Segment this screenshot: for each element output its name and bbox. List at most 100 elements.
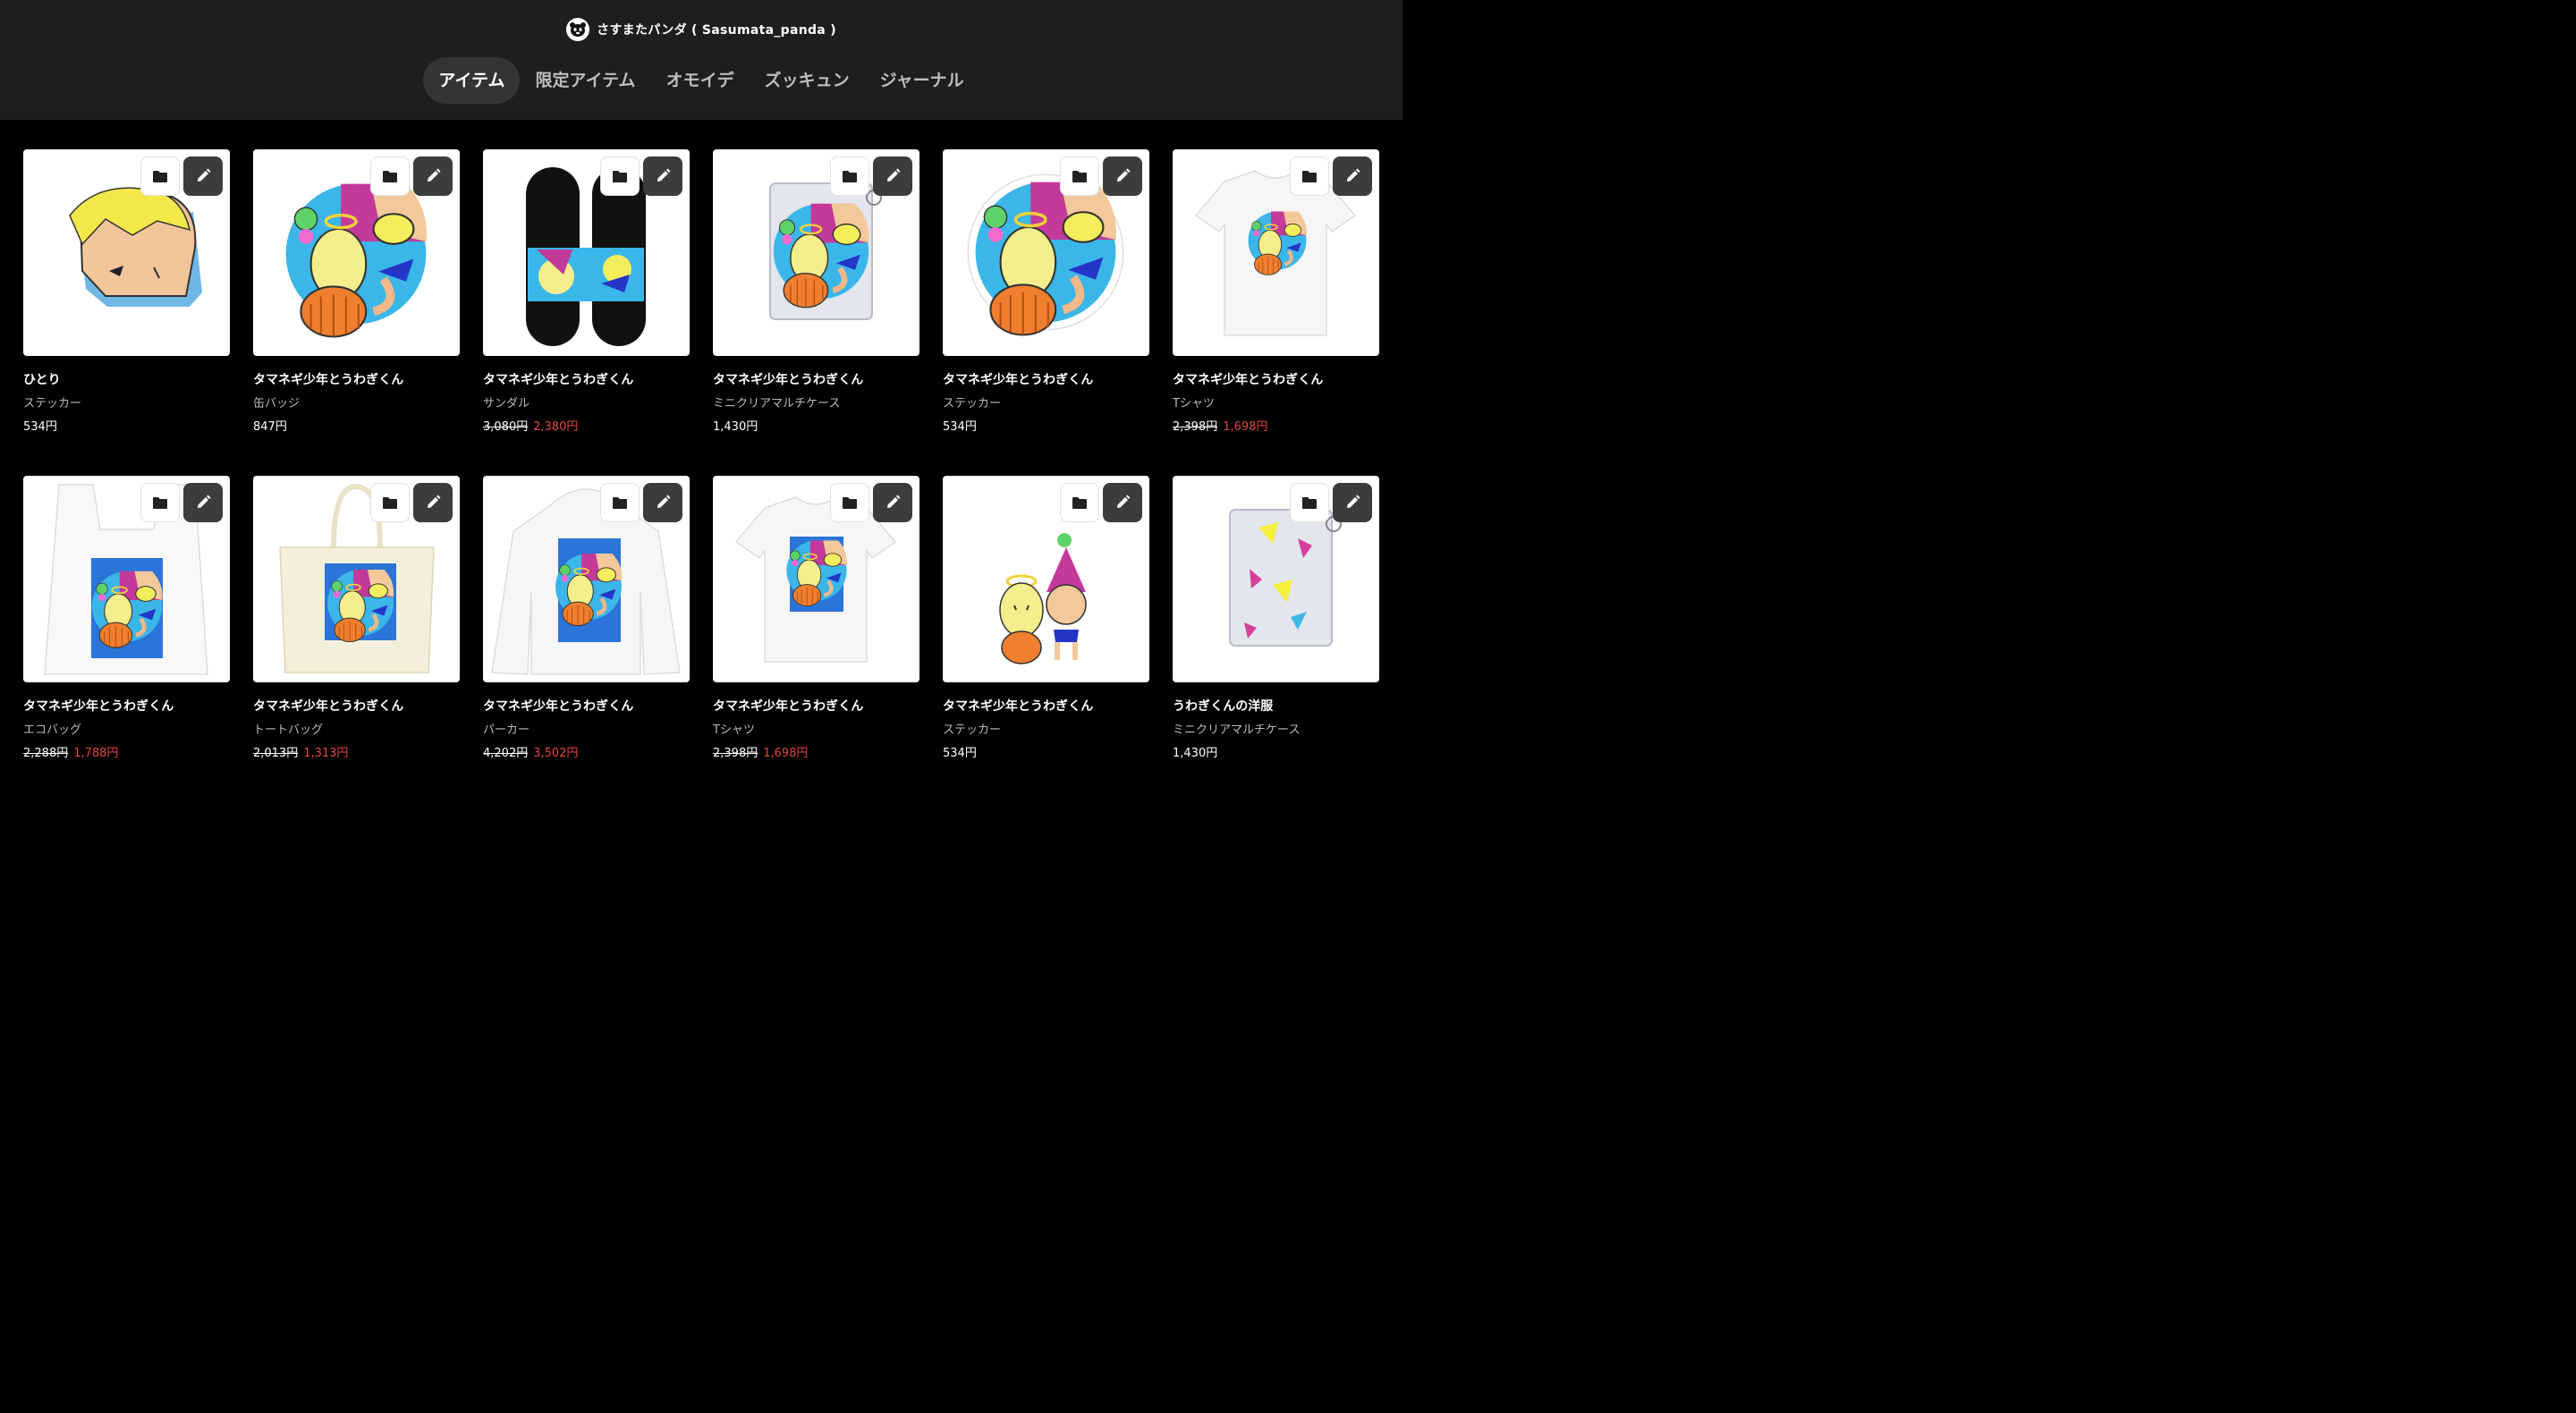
folder-button[interactable] — [140, 157, 180, 196]
folder-button[interactable] — [1290, 483, 1329, 522]
pencil-icon — [425, 168, 441, 184]
edit-button[interactable] — [873, 157, 912, 196]
edit-button[interactable] — [1333, 483, 1372, 522]
product-title[interactable]: タマネギ少年とうわぎくん — [1173, 370, 1379, 388]
edit-button[interactable] — [1103, 157, 1142, 196]
tab-journal[interactable]: ジャーナル — [865, 57, 979, 104]
folder-button[interactable] — [370, 483, 410, 522]
product-type: ステッカー — [23, 397, 82, 410]
product-image[interactable] — [23, 149, 230, 356]
product-card[interactable]: タマネギ少年とうわぎくん パーカー 4,202円 3,502円 — [483, 476, 690, 762]
product-title[interactable]: タマネギ少年とうわぎくん — [943, 697, 1149, 715]
product-title[interactable]: タマネギ少年とうわぎくん — [253, 370, 460, 388]
product-image[interactable] — [1173, 476, 1379, 682]
folder-icon — [152, 496, 168, 510]
product-card[interactable]: タマネギ少年とうわぎくん ミニクリアマルチケース 1,430円 — [713, 149, 919, 436]
product-price: 3,080円 2,380円 — [483, 417, 578, 434]
pencil-icon — [1344, 495, 1360, 511]
edit-button[interactable] — [643, 483, 682, 522]
pencil-icon — [885, 495, 901, 511]
product-type: 缶バッジ — [253, 397, 301, 410]
current-price: 534円 — [943, 420, 977, 434]
product-type: ステッカー — [943, 723, 1002, 737]
product-title[interactable]: タマネギ少年とうわぎくん — [483, 697, 690, 715]
original-price: 4,202円 — [483, 747, 529, 760]
product-card[interactable]: タマネギ少年とうわぎくん Tシャツ 2,398円 1,698円 — [1173, 149, 1379, 436]
pencil-icon — [1114, 495, 1131, 511]
tab-limited-items[interactable]: 限定アイテム — [520, 57, 650, 104]
product-title[interactable]: タマネギ少年とうわぎくん — [713, 697, 919, 715]
folder-icon — [1301, 170, 1318, 183]
product-price: 4,202円 3,502円 — [483, 743, 578, 760]
product-image[interactable] — [713, 149, 919, 356]
product-price: 534円 — [943, 417, 977, 434]
product-image[interactable] — [253, 476, 460, 682]
product-card[interactable]: タマネギ少年とうわぎくんステッカー 534円 — [943, 476, 1149, 762]
product-image[interactable] — [943, 476, 1149, 682]
folder-icon — [842, 496, 858, 510]
folder-button[interactable] — [370, 157, 410, 196]
product-type: サンダル — [483, 397, 530, 410]
edit-button[interactable] — [183, 483, 223, 522]
product-title[interactable]: うわぎくんの洋服 — [1173, 697, 1379, 715]
product-image[interactable] — [1173, 149, 1379, 356]
folder-button[interactable] — [600, 483, 640, 522]
folder-button[interactable] — [140, 483, 180, 522]
folder-button[interactable] — [600, 157, 640, 196]
product-card[interactable]: タマネギ少年とうわぎくん エコバッグ 2,288円 1,788円 — [23, 476, 230, 762]
product-card[interactable]: タマネギ少年とうわぎくん ステッカー 534円 — [943, 149, 1149, 436]
edit-button[interactable] — [1333, 157, 1372, 196]
folder-button[interactable] — [1060, 483, 1099, 522]
current-price: 847円 — [253, 420, 287, 434]
pencil-icon — [195, 168, 211, 184]
product-image[interactable] — [713, 476, 919, 682]
tab-bar: アイテム 限定アイテム オモイデ ズッキュン ジャーナル — [0, 57, 1402, 104]
product-card[interactable]: タマネギ少年とうわぎくん Tシャツ 2,398円 1,698円 — [713, 476, 919, 762]
edit-button[interactable] — [413, 483, 453, 522]
edit-button[interactable] — [643, 157, 682, 196]
current-price: 1,698円 — [1223, 420, 1268, 434]
product-card[interactable]: タマネギ少年とうわぎくんサンダル 3,080円 2,380円 — [483, 149, 690, 436]
shop-header: さすまたパンダ ( Sasumata_panda ) アイテム 限定アイテム オ… — [0, 0, 1402, 120]
pencil-icon — [1344, 168, 1360, 184]
product-title[interactable]: タマネギ少年とうわぎくん — [253, 697, 460, 715]
folder-button[interactable] — [830, 157, 869, 196]
product-card[interactable]: ひとり ステッカー 534円 — [23, 149, 230, 436]
product-image[interactable] — [483, 149, 690, 356]
product-title[interactable]: タマネギ少年とうわぎくん — [713, 370, 919, 388]
product-title[interactable]: タマネギ少年とうわぎくん — [23, 697, 230, 715]
tab-items[interactable]: アイテム — [423, 57, 521, 104]
shop-identity[interactable]: さすまたパンダ ( Sasumata_panda ) — [0, 18, 1402, 41]
product-card[interactable]: タマネギ少年とうわぎくん缶バッジ 847円 — [253, 149, 460, 436]
edit-button[interactable] — [873, 483, 912, 522]
current-price: 2,380円 — [533, 420, 579, 434]
product-title[interactable]: タマネギ少年とうわぎくん — [483, 370, 690, 388]
product-title[interactable]: タマネギ少年とうわぎくん — [943, 370, 1149, 388]
folder-button[interactable] — [1290, 157, 1329, 196]
product-price: 534円 — [943, 743, 977, 760]
product-image[interactable] — [253, 149, 460, 356]
product-type: Tシャツ — [713, 723, 755, 737]
current-price: 1,430円 — [1173, 747, 1218, 760]
product-card[interactable]: タマネギ少年とうわぎくん トートバッグ 2,013円 1,313円 — [253, 476, 460, 762]
edit-button[interactable] — [413, 157, 453, 196]
original-price: 2,013円 — [253, 747, 299, 760]
folder-icon — [612, 496, 628, 510]
original-price: 3,080円 — [483, 420, 529, 434]
folder-button[interactable] — [1060, 157, 1099, 196]
product-type: エコバッグ — [23, 723, 82, 737]
product-image[interactable] — [23, 476, 230, 682]
tab-zukkyun[interactable]: ズッキュン — [750, 57, 865, 104]
current-price: 3,502円 — [533, 747, 579, 760]
folder-button[interactable] — [830, 483, 869, 522]
folder-icon — [152, 170, 168, 183]
tab-omoide[interactable]: オモイデ — [651, 57, 750, 104]
product-title[interactable]: ひとり — [23, 370, 230, 388]
pencil-icon — [425, 495, 441, 511]
product-card[interactable]: うわぎくんの洋服 ミニクリアマルチケース 1,430円 — [1173, 476, 1379, 762]
product-image[interactable] — [483, 476, 690, 682]
product-price: 2,398円 1,698円 — [1173, 417, 1267, 434]
product-image[interactable] — [943, 149, 1149, 356]
edit-button[interactable] — [183, 157, 223, 196]
edit-button[interactable] — [1103, 483, 1142, 522]
